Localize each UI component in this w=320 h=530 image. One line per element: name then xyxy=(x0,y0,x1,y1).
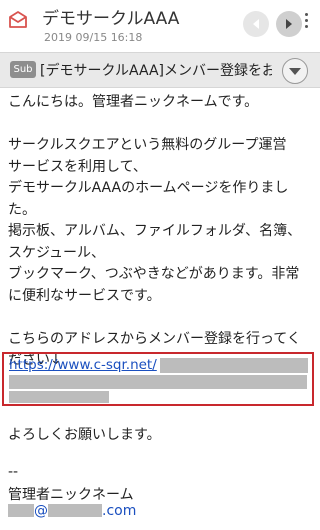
redacted-link-part xyxy=(160,358,308,373)
body-line: サークルスクエアという無料のグループ運営 xyxy=(8,137,287,153)
body-line: こんにちは。管理者ニックネームです。 xyxy=(8,94,259,110)
body-blank-line xyxy=(8,114,312,136)
message-date: 2019 09/15 16:18 xyxy=(44,31,143,44)
subject-badge: Sub xyxy=(10,61,36,78)
chevron-left-icon xyxy=(253,19,259,29)
body-line: ブックマーク、つぶやきなどがあります。非常 xyxy=(8,266,300,282)
circle-title: デモサークルAAA xyxy=(42,9,180,29)
registration-link-highlight: https://www.c-sqr.net/ xyxy=(2,352,314,406)
registration-link[interactable]: https://www.c-sqr.net/ xyxy=(9,357,157,373)
signature-email[interactable]: @ .com xyxy=(8,503,136,519)
signature-email-at: @ xyxy=(34,503,48,519)
signature-name: 管理者ニックネーム xyxy=(8,487,134,503)
body-line: 掲示板、アルバム、ファイルフォルダ、名簿、 xyxy=(8,223,302,239)
body-line: こちらのアドレスからメンバー登録を行ってく xyxy=(8,330,301,347)
message-header: デモサークルAAA 2019 09/15 16:18 xyxy=(0,0,320,50)
expand-subject-button[interactable] xyxy=(282,58,308,84)
next-message-button[interactable] xyxy=(276,11,302,37)
message-body: こんにちは。管理者ニックネームです。 サークルスクエアという無料のグループ運営 … xyxy=(8,92,312,372)
redacted-link-part xyxy=(9,375,307,389)
chevron-down-icon xyxy=(289,68,301,75)
more-vertical-icon[interactable] xyxy=(303,13,309,33)
body-line: スケジュール、 xyxy=(8,244,106,261)
signature-email-tld: .com xyxy=(102,503,137,519)
body-line: た。 xyxy=(8,201,36,218)
chevron-right-icon xyxy=(286,19,292,29)
redacted-link-part xyxy=(9,391,109,403)
body-blank-line xyxy=(8,307,312,329)
body-line: サービスを利用して、 xyxy=(8,158,147,175)
body-line: デモサークルAAAのホームページを作りまし xyxy=(8,180,289,196)
mail-icon xyxy=(9,11,27,28)
subject-text: [デモサークルAAA]メンバー登録をお xyxy=(40,63,272,79)
signature-separator: -- xyxy=(8,464,19,480)
redacted-email-part xyxy=(8,504,34,517)
previous-message-button[interactable] xyxy=(243,11,269,37)
body-line: に便利なサービスです。 xyxy=(8,287,161,304)
redacted-email-part xyxy=(48,504,102,517)
subject-bar: Sub [デモサークルAAA]メンバー登録をお xyxy=(0,52,320,88)
closing-line: よろしくお願いします。 xyxy=(8,427,161,443)
